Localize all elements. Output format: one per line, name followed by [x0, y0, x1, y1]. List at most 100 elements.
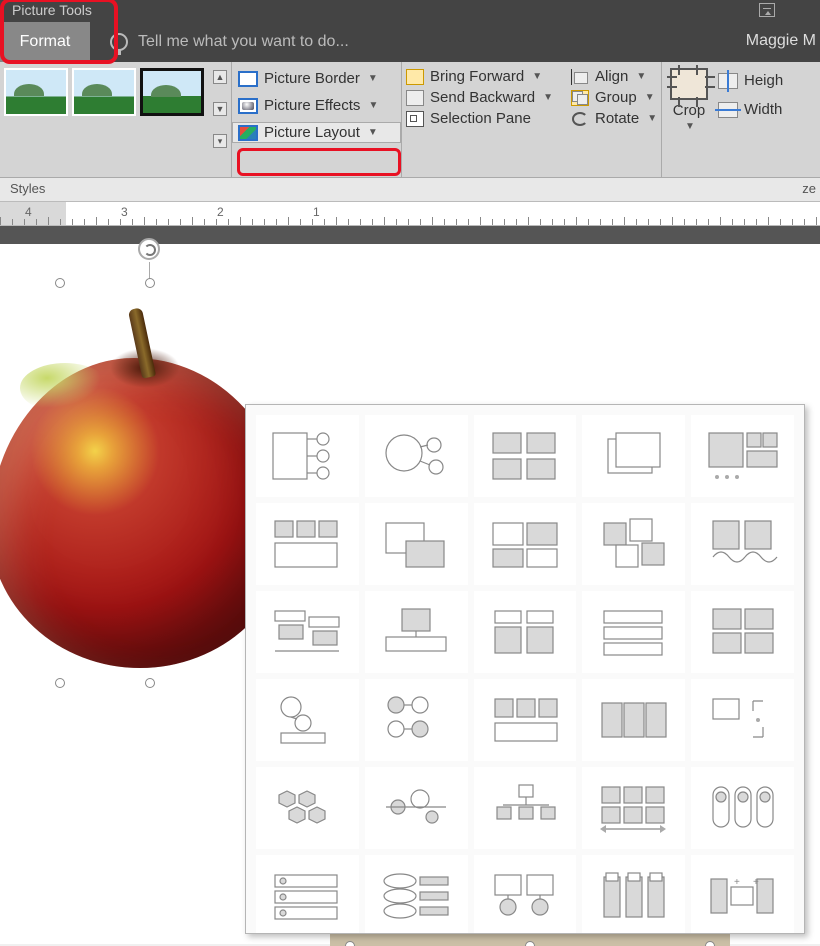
tell-me-placeholder: Tell me what you want to do... [138, 33, 349, 51]
chevron-down-icon: ▼ [645, 92, 655, 103]
layout-option[interactable] [256, 503, 359, 585]
horizontal-ruler[interactable]: 4321 [0, 202, 820, 226]
size-group: Crop ▼ Heigh Width [662, 62, 820, 177]
selection-handle[interactable] [55, 678, 65, 688]
tab-format[interactable]: Format [0, 22, 90, 62]
picture-layout-button[interactable]: Picture Layout ▼ [232, 122, 401, 143]
layout-option[interactable] [691, 679, 794, 761]
layout-option[interactable] [474, 503, 577, 585]
chevron-down-icon: ▼ [368, 100, 378, 111]
layout-option[interactable] [582, 679, 685, 761]
picture-border-button[interactable]: Picture Border ▼ [232, 68, 401, 89]
ruler-marks: 4321 [0, 202, 820, 225]
layout-option[interactable] [691, 767, 794, 849]
chevron-down-icon: ▼ [636, 71, 646, 82]
crop-button[interactable]: Crop ▼ [670, 68, 708, 171]
gallery-scroll: ▲ ▼ ▾ [213, 70, 229, 148]
layout-option[interactable] [365, 415, 468, 497]
group-label: Group [595, 89, 637, 106]
picture-styles-gallery[interactable]: ▲ ▼ ▾ [0, 62, 232, 177]
layout-option[interactable] [474, 415, 577, 497]
width-icon [718, 102, 738, 118]
cut-off-label: ze [802, 181, 816, 196]
size-inputs: Heigh Width [718, 68, 783, 171]
layout-option[interactable] [365, 855, 468, 934]
width-row[interactable]: Width [718, 101, 783, 118]
layout-option[interactable] [582, 855, 685, 934]
height-icon [718, 73, 738, 89]
svg-text:+: + [734, 877, 740, 888]
picture-effects-button[interactable]: Picture Effects ▼ [232, 95, 401, 116]
selection-pane-label: Selection Pane [430, 110, 531, 127]
send-backward-label: Send Backward [430, 89, 535, 106]
gallery-more-icon[interactable]: ▾ [213, 134, 227, 148]
layout-option[interactable] [365, 503, 468, 585]
picture-style-thumb[interactable] [4, 68, 68, 116]
layout-option[interactable] [582, 591, 685, 673]
layout-option[interactable] [691, 415, 794, 497]
layout-option[interactable]: ++ [691, 855, 794, 934]
layout-option[interactable] [256, 679, 359, 761]
picture-border-label: Picture Border [264, 70, 360, 87]
layout-option[interactable] [691, 591, 794, 673]
bring-forward-icon [406, 69, 424, 85]
selection-handle[interactable] [55, 278, 65, 288]
collapse-ribbon-icon[interactable] [759, 3, 775, 17]
ribbon: ▲ ▼ ▾ Picture Border ▼ Picture Effects ▼… [0, 62, 820, 178]
group-button[interactable]: Group ▼ [571, 89, 655, 106]
picture-effects-label: Picture Effects [264, 97, 360, 114]
layout-option[interactable] [365, 679, 468, 761]
styles-group-label: Styles [10, 181, 45, 196]
chevron-down-icon: ▼ [685, 121, 695, 132]
picture-style-thumb-selected[interactable] [140, 68, 204, 116]
layout-option[interactable] [474, 591, 577, 673]
contextual-tab-title: Picture Tools [4, 0, 100, 18]
layout-option[interactable] [691, 503, 794, 585]
document-area[interactable]: ++ [0, 226, 820, 790]
send-backward-icon [406, 90, 424, 106]
align-label: Align [595, 68, 628, 85]
layout-option[interactable] [474, 767, 577, 849]
width-label: Width [744, 101, 782, 118]
picture-layout-label: Picture Layout [264, 124, 360, 141]
selection-handle[interactable] [705, 941, 715, 946]
signed-in-user[interactable]: Maggie M [746, 32, 816, 50]
selection-handle[interactable] [145, 278, 155, 288]
rotate-button[interactable]: Rotate ▼ [571, 110, 655, 127]
gallery-down-icon[interactable]: ▼ [213, 102, 227, 116]
layout-option[interactable] [365, 591, 468, 673]
layout-option[interactable] [256, 415, 359, 497]
selection-pane-icon [406, 111, 424, 127]
svg-text:+: + [753, 877, 759, 888]
selection-handle[interactable] [145, 678, 155, 688]
layout-option[interactable] [582, 503, 685, 585]
layout-option[interactable] [256, 591, 359, 673]
selection-handle[interactable] [525, 941, 535, 946]
bring-forward-button[interactable]: Bring Forward ▼ [406, 68, 561, 85]
tell-me-search[interactable]: Tell me what you want to do... [90, 22, 349, 62]
layout-option[interactable] [474, 679, 577, 761]
layout-option[interactable] [256, 767, 359, 849]
height-row[interactable]: Heigh [718, 72, 783, 89]
crop-icon [670, 68, 708, 100]
layout-option[interactable] [256, 855, 359, 934]
align-button[interactable]: Align ▼ [571, 68, 655, 85]
picture-style-thumb[interactable] [72, 68, 136, 116]
selection-pane-button[interactable]: Selection Pane [406, 110, 561, 127]
crop-label: Crop [673, 102, 706, 119]
layout-option[interactable] [474, 855, 577, 934]
gallery-up-icon[interactable]: ▲ [213, 70, 227, 84]
group-label-row: Styles ze [0, 178, 820, 202]
arrange-group: Bring Forward ▼ Align ▼ Send Backward ▼ … [402, 62, 662, 177]
picture-layout-gallery: ++ [245, 404, 805, 934]
selection-handle[interactable] [345, 941, 355, 946]
chevron-down-icon: ▼ [368, 73, 378, 84]
send-backward-button[interactable]: Send Backward ▼ [406, 89, 561, 106]
layout-option[interactable] [582, 767, 685, 849]
group-icon [571, 90, 589, 106]
layout-option[interactable] [365, 767, 468, 849]
picture-layout-icon [238, 125, 258, 141]
rotation-handle[interactable] [138, 238, 160, 260]
tab-row: Format Tell me what you want to do... Ma… [0, 22, 820, 62]
layout-option[interactable] [582, 415, 685, 497]
